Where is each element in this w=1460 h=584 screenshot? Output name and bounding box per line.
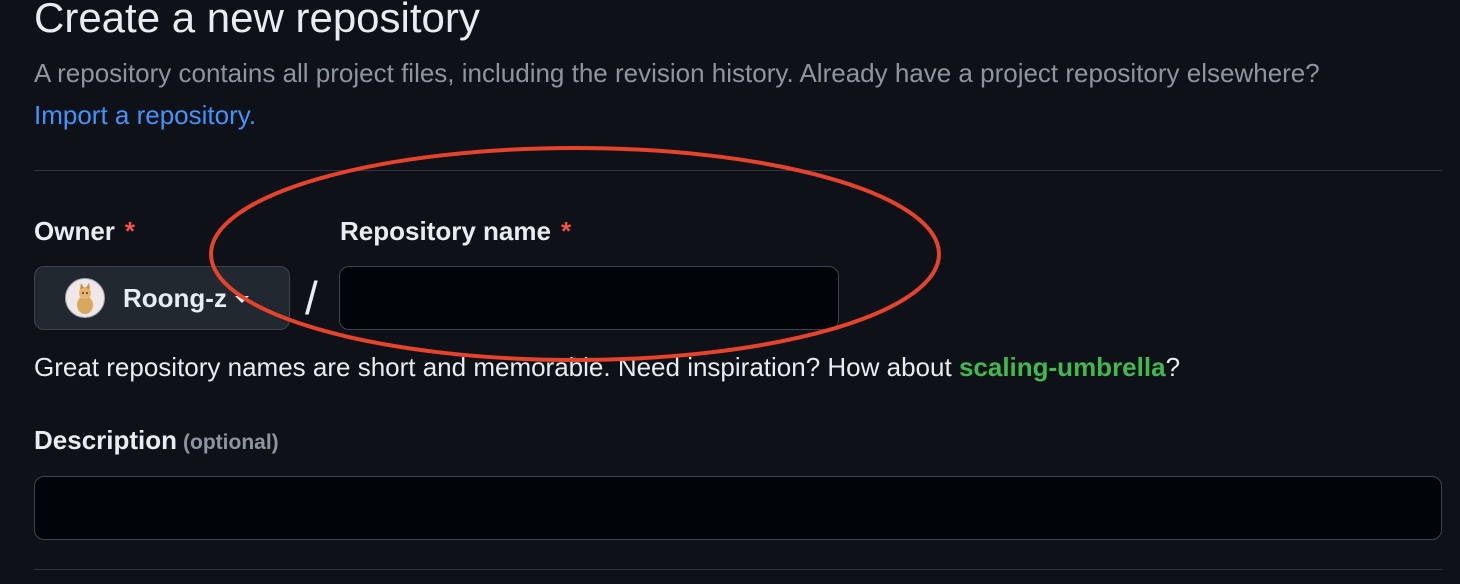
description-label-text: Description — [34, 425, 178, 455]
owner-required-mark: * — [124, 216, 136, 246]
description-label: Description (optional) — [34, 425, 279, 456]
owner-repo-separator: / — [305, 272, 318, 324]
create-repository-page: Create a new repository A repository con… — [0, 0, 1460, 584]
owner-name: Roong-z — [123, 282, 227, 313]
page-title: Create a new repository — [34, 0, 480, 41]
page-description-text: A repository contains all project files,… — [34, 58, 1320, 88]
hint-text: Great repository names are short and mem… — [34, 352, 952, 382]
import-repository-link[interactable]: Import a repository. — [34, 100, 256, 130]
repository-name-hint: Great repository names are short and mem… — [34, 352, 1180, 383]
owner-label-text: Owner — [34, 216, 115, 246]
hint-end: ? — [1165, 352, 1181, 382]
owner-label: Owner * — [34, 216, 135, 247]
repository-name-input[interactable] — [339, 266, 839, 330]
repository-name-label-text: Repository name — [340, 216, 551, 246]
section-divider-bottom — [34, 569, 1442, 570]
cat-avatar-icon — [65, 278, 105, 318]
owner-dropdown[interactable]: Roong-z — [34, 266, 290, 330]
repository-name-label: Repository name * — [340, 216, 571, 247]
description-optional-note: (optional) — [183, 431, 279, 454]
section-divider — [34, 170, 1442, 171]
repository-name-required-mark: * — [560, 216, 572, 246]
name-suggestion-link[interactable]: scaling-umbrella — [959, 352, 1166, 382]
description-input[interactable] — [34, 476, 1442, 540]
chevron-down-icon — [234, 295, 249, 303]
page-description: A repository contains all project files,… — [34, 52, 1374, 136]
